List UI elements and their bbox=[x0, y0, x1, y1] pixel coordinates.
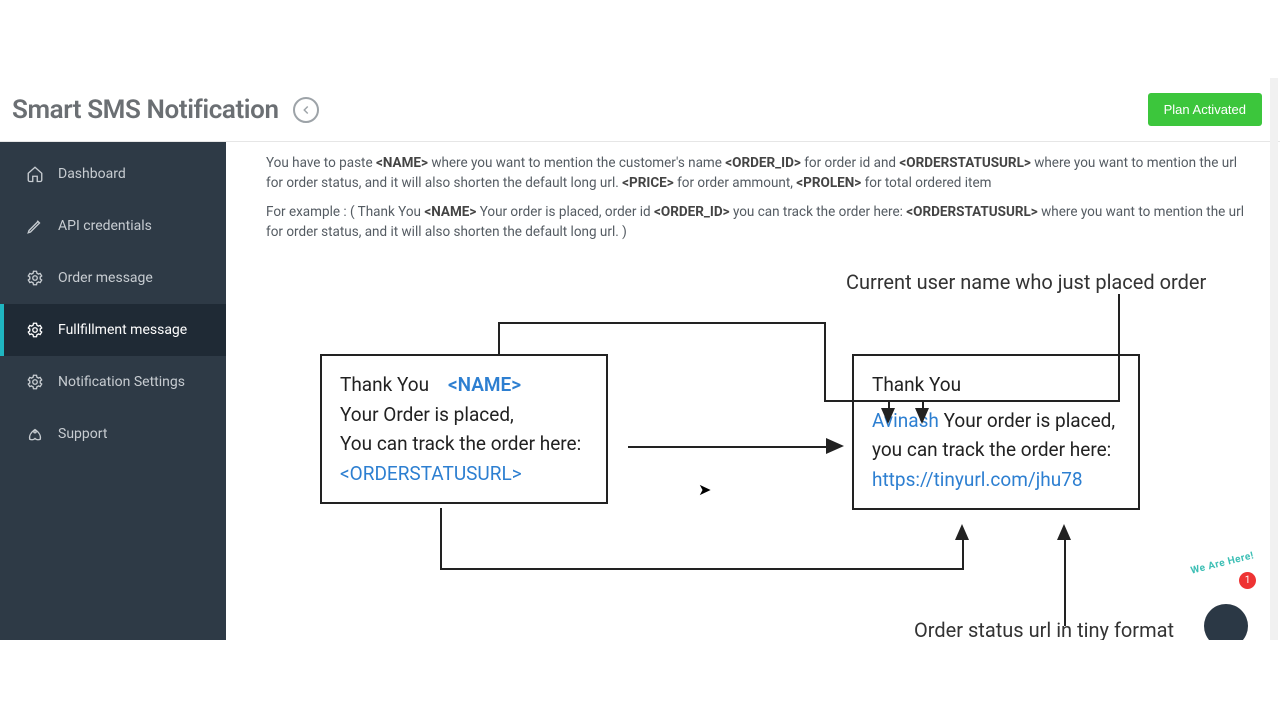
help-paragraph-2: For example : ( Thank You <NAME> Your or… bbox=[266, 203, 1254, 242]
pencil-icon bbox=[26, 217, 44, 235]
placeholder-orderstatusurl: <ORDERSTATUSURL> bbox=[340, 459, 588, 488]
placeholder-orderstatusurl: <ORDERSTATUSURL> bbox=[899, 155, 1030, 171]
sidebar-item-label: API credentials bbox=[58, 218, 152, 234]
plan-activated-button[interactable]: Plan Activated bbox=[1148, 93, 1262, 126]
placeholder-price: <PRICE> bbox=[622, 175, 674, 191]
back-icon[interactable] bbox=[293, 97, 319, 123]
header-bar: Smart SMS Notification Plan Activated bbox=[0, 78, 1280, 142]
sidebar-item-api-credentials[interactable]: API credentials bbox=[0, 200, 226, 252]
sidebar-item-notification-settings[interactable]: Notification Settings bbox=[0, 356, 226, 408]
sidebar-item-label: Notification Settings bbox=[58, 374, 185, 390]
chat-bubble-icon bbox=[1204, 604, 1248, 640]
sidebar-item-dashboard[interactable]: Dashboard bbox=[0, 148, 226, 200]
diagram-label-url: Order status url in tiny format bbox=[914, 618, 1174, 640]
sidebar-item-label: Support bbox=[58, 426, 107, 442]
sidebar-item-label: Dashboard bbox=[58, 166, 126, 182]
page-title: Smart SMS Notification bbox=[12, 95, 279, 125]
template-box: Thank You <NAME> Your Order is placed, Y… bbox=[320, 354, 608, 504]
sidebar: Dashboard API credentials Order message … bbox=[0, 142, 226, 640]
placeholder-name: <NAME> bbox=[448, 373, 521, 396]
gear-icon bbox=[26, 373, 44, 391]
sidebar-item-label: Order message bbox=[58, 270, 153, 286]
sidebar-item-support[interactable]: Support bbox=[0, 408, 226, 460]
placeholder-name: <NAME> bbox=[376, 155, 428, 171]
sidebar-item-order-message[interactable]: Order message bbox=[0, 252, 226, 304]
cursor-icon: ➤ bbox=[698, 480, 711, 499]
sidebar-item-fulfillment-message[interactable]: Fullfillment message bbox=[0, 304, 226, 356]
sidebar-item-label: Fullfillment message bbox=[58, 322, 187, 338]
result-box: Thank You Avinash Your order is placed, … bbox=[852, 354, 1140, 510]
home-icon bbox=[26, 165, 44, 183]
rocket-icon bbox=[26, 425, 44, 443]
notification-badge: 1 bbox=[1239, 572, 1256, 589]
scrollbar[interactable] bbox=[1270, 78, 1278, 640]
placeholder-order-id: <ORDER_ID> bbox=[725, 155, 801, 171]
chat-widget[interactable]: We Are Here! 1 bbox=[1198, 570, 1256, 628]
help-paragraph-1: You have to paste <NAME> where you want … bbox=[266, 154, 1254, 193]
diagram: Current user name who just placed order … bbox=[266, 270, 1254, 640]
diagram-label-username: Current user name who just placed order bbox=[846, 270, 1206, 294]
gear-icon bbox=[26, 269, 44, 287]
gear-icon bbox=[26, 321, 44, 339]
placeholder-prolen: <PROLEN> bbox=[796, 175, 861, 191]
content-area: You have to paste <NAME> where you want … bbox=[226, 142, 1280, 640]
result-url: https://tinyurl.com/jhu78 bbox=[872, 465, 1120, 494]
